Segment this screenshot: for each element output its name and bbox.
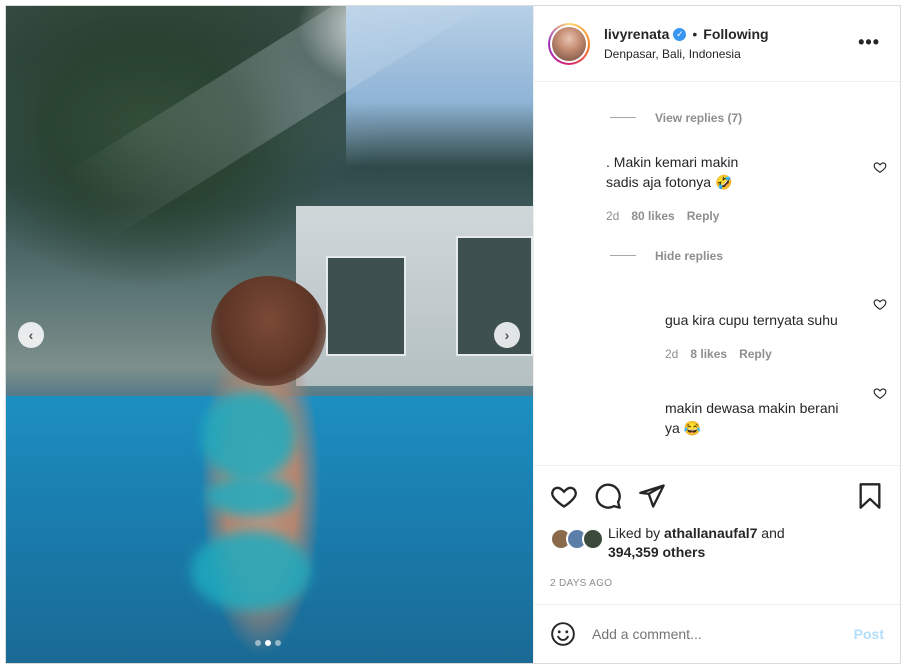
view-replies-button[interactable]: View replies (7) xyxy=(655,111,742,125)
reply-button[interactable]: Reply xyxy=(739,347,772,361)
censor-blur xyxy=(201,391,296,481)
carousel-dot-active xyxy=(265,640,271,646)
reply-text-line1: makin dewasa makin berani xyxy=(665,400,839,416)
carousel-dots xyxy=(255,640,281,646)
reply-age: 2d xyxy=(665,347,679,361)
chevron-left-icon[interactable]: ‹ xyxy=(18,322,44,348)
liker-username-link[interactable]: athallanaufal7 xyxy=(664,525,757,541)
emoji-icon[interactable] xyxy=(550,621,576,647)
chevron-right-icon[interactable]: › xyxy=(494,322,520,348)
send-icon[interactable] xyxy=(638,482,666,510)
username-link[interactable]: livyrenata xyxy=(604,26,669,42)
comment-age: 2d xyxy=(606,209,620,223)
likes-prefix: Liked by xyxy=(608,525,665,541)
carousel-dot xyxy=(255,640,261,646)
comment-icon[interactable] xyxy=(594,482,622,510)
post-header: livyrenata ✓ • Following Denpasar, Bali,… xyxy=(534,6,900,82)
reply-meta: 2d 8 likes Reply xyxy=(665,347,772,361)
likes-summary: Liked by athallanaufal7 and 394,359 othe… xyxy=(550,524,785,562)
heart-icon[interactable] xyxy=(873,160,887,174)
separator: • xyxy=(692,26,698,42)
avatar[interactable] xyxy=(548,22,590,65)
reply-text: gua kira cupu ternyata suhu xyxy=(665,312,838,328)
comment-likes[interactable]: 80 likes xyxy=(631,209,674,223)
location-link[interactable]: Denpasar, Bali, Indonesia xyxy=(604,47,769,61)
more-horizontal-icon[interactable]: ••• xyxy=(858,32,880,53)
comment-meta: 2d 80 likes Reply xyxy=(606,209,719,223)
post-comment-button[interactable]: Post xyxy=(854,626,884,642)
comment-text-line1: . Makin kemari makin xyxy=(606,154,739,170)
censor-blur xyxy=(206,476,296,516)
post-timestamp[interactable]: 2 DAYS AGO xyxy=(550,578,612,589)
reply-likes[interactable]: 8 likes xyxy=(690,347,727,361)
post-modal: ‹ › livyrenata ✓ • Following Denpasar, B… xyxy=(5,5,901,664)
following-button[interactable]: Following xyxy=(703,26,768,42)
verified-badge-icon: ✓ xyxy=(673,27,687,41)
carousel-dot xyxy=(275,640,281,646)
bookmark-icon[interactable] xyxy=(856,482,884,510)
heart-icon[interactable] xyxy=(873,297,887,311)
action-bar xyxy=(550,482,884,512)
photo-hair xyxy=(211,276,326,386)
add-comment-bar: Post xyxy=(534,604,900,663)
likes-and: and xyxy=(757,525,785,541)
comments-list[interactable]: View replies (7) . Makin kemari makin sa… xyxy=(534,82,900,466)
post-sidebar: livyrenata ✓ • Following Denpasar, Bali,… xyxy=(533,6,900,663)
replies-line xyxy=(610,255,636,256)
hide-replies-button[interactable]: Hide replies xyxy=(655,249,723,263)
replies-line xyxy=(610,117,636,118)
comment-text-line2: sadis aja fotonya 🤣 xyxy=(606,174,733,190)
heart-icon[interactable] xyxy=(550,482,578,510)
censor-blur xyxy=(191,531,311,611)
liker-avatars[interactable] xyxy=(550,528,608,550)
reply-text-line2: ya 😂 xyxy=(665,420,702,436)
reply-button[interactable]: Reply xyxy=(687,209,720,223)
comment-input[interactable] xyxy=(592,626,832,642)
heart-icon[interactable] xyxy=(873,386,887,400)
post-photo: ‹ › xyxy=(6,6,533,663)
likes-count-link[interactable]: 394,359 others xyxy=(608,544,705,560)
